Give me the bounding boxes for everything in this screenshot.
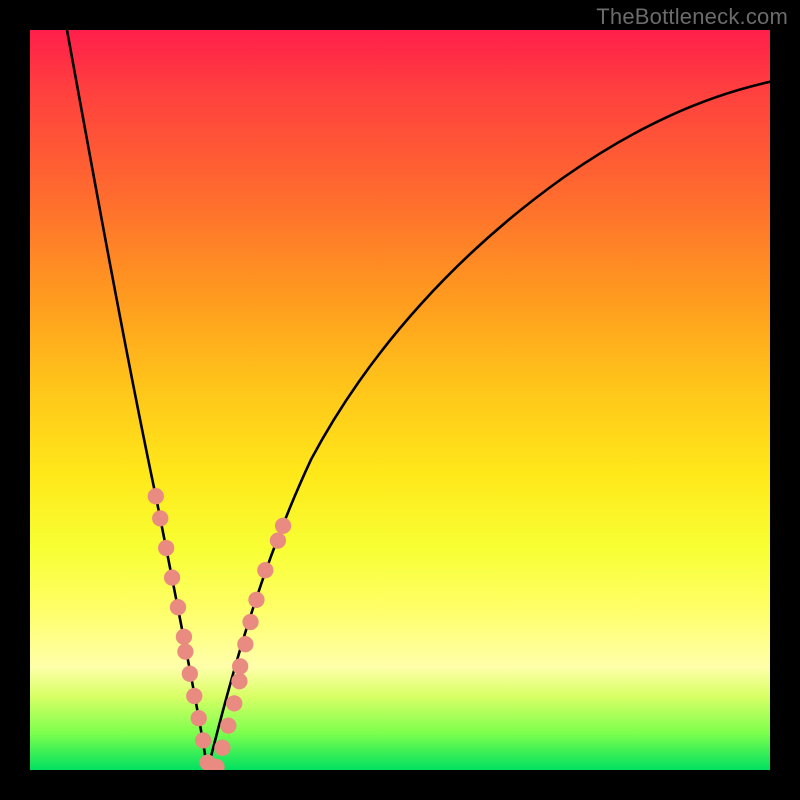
right-cluster-dots	[214, 518, 291, 756]
left-cluster-dots	[148, 488, 225, 770]
plot-area	[30, 30, 770, 770]
chart-frame: TheBottleneck.com	[0, 0, 800, 800]
right-branch-curve	[208, 82, 770, 770]
watermark-text: TheBottleneck.com	[596, 4, 788, 30]
curve-layer	[30, 30, 770, 770]
